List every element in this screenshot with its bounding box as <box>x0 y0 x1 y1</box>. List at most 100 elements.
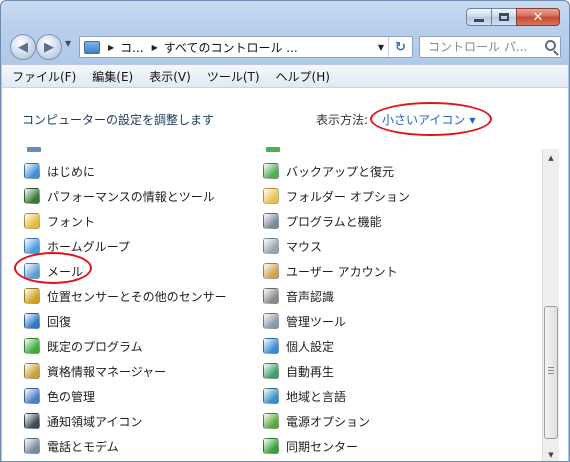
partial-item-icon <box>27 147 41 152</box>
control-panel-item[interactable]: 同期センター <box>263 436 358 456</box>
control-panel-item[interactable]: はじめに <box>24 161 95 181</box>
control-panel-item-label: 同期センター <box>286 439 359 454</box>
control-panel-item[interactable]: 地域と言語 <box>263 386 346 406</box>
control-panel-item[interactable]: 電源オプション <box>263 411 370 431</box>
control-panel-item-label: 電話とモデム <box>47 439 119 454</box>
back-arrow-icon: ◀ <box>18 39 28 55</box>
control-panel-item[interactable]: 管理ツール <box>263 311 346 331</box>
control-panel-item-label: 色の管理 <box>47 389 96 404</box>
control-panel-item-label: バックアップと復元 <box>286 164 395 179</box>
recovery-icon <box>24 313 40 329</box>
partial-item-icon <box>266 147 280 152</box>
homegroup-icon <box>24 238 40 254</box>
address-bar[interactable]: ▶ コ... ▶ すべてのコントロール ... ▼ ↻ <box>79 36 413 58</box>
highlight-circle <box>370 102 492 136</box>
control-panel-item[interactable]: フォルダー オプション <box>263 186 410 206</box>
control-panel-item-label: 回復 <box>47 314 72 329</box>
control-panel-item[interactable]: 位置センサーとその他のセンサー <box>24 286 227 306</box>
menu-tools[interactable]: ツール(T) <box>207 68 260 85</box>
control-panel-item-label: 個人設定 <box>286 339 335 354</box>
programs-features-icon <box>263 213 279 229</box>
control-panel-item[interactable]: 自動再生 <box>263 361 334 381</box>
control-panel-item-label: 管理ツール <box>286 314 347 329</box>
control-panel-item-label: ユーザー アカウント <box>286 264 398 279</box>
control-panel-item-label: 音声認識 <box>286 289 335 304</box>
refresh-button[interactable]: ↻ <box>388 37 412 57</box>
control-panel-item[interactable]: 通知領域アイコン <box>24 411 142 431</box>
power-options-icon <box>263 413 279 429</box>
search-icon[interactable] <box>545 40 556 51</box>
control-panel-item[interactable]: 電話とモデム <box>24 436 119 456</box>
control-panel-item[interactable]: マウス <box>263 236 322 256</box>
control-panel-item[interactable]: プログラムと機能 <box>263 211 382 231</box>
mouse-icon <box>263 238 279 254</box>
minimize-icon <box>474 18 484 22</box>
breadcrumb-item[interactable]: コ... <box>120 39 143 56</box>
sensor-icon <box>24 288 40 304</box>
autoplay-icon <box>263 363 279 379</box>
scroll-up-icon[interactable]: ▲ <box>543 150 559 166</box>
page-title: コンピューターの設定を調整します <box>22 113 215 127</box>
credential-manager-icon <box>24 363 40 379</box>
control-panel-window: ✕ ◀ ▶ ▼ ▶ コ... ▶ すべてのコントロール ... ▼ ↻ コントロ… <box>0 0 570 462</box>
forward-button[interactable]: ▶ <box>36 34 62 60</box>
control-panel-item[interactable]: 色の管理 <box>24 386 95 406</box>
caption-buttons: ✕ <box>466 8 560 26</box>
search-input[interactable]: コントロール パ... <box>419 36 561 58</box>
control-panel-item-label: 電源オプション <box>286 414 371 429</box>
menu-help[interactable]: ヘルプ(H) <box>276 68 330 85</box>
folder-options-icon <box>263 188 279 204</box>
close-button[interactable]: ✕ <box>516 8 560 26</box>
menu-file[interactable]: ファイル(F) <box>12 68 76 85</box>
control-panel-item[interactable]: 既定のプログラム <box>24 336 143 356</box>
control-panel-item-label: 通知領域アイコン <box>47 414 143 429</box>
region-language-icon <box>263 388 279 404</box>
control-panel-item-label: パフォーマンスの情報とツール <box>47 189 215 204</box>
vertical-scrollbar[interactable]: ▲ ▼ <box>542 149 559 461</box>
scrollbar-thumb[interactable] <box>544 306 558 439</box>
admin-tools-icon <box>263 313 279 329</box>
scroll-down-icon[interactable]: ▼ <box>543 447 559 461</box>
close-icon: ✕ <box>532 9 544 25</box>
minimize-button[interactable] <box>466 8 492 26</box>
personalization-icon <box>263 338 279 354</box>
menu-bar: ファイル(F) 編集(E) 表示(V) ツール(T) ヘルプ(H) <box>2 64 568 88</box>
control-panel-item-label: 既定のプログラム <box>47 339 143 354</box>
control-panel-item[interactable]: 音声認識 <box>263 286 334 306</box>
back-button[interactable]: ◀ <box>10 34 36 60</box>
maximize-button[interactable] <box>491 8 517 26</box>
control-panel-item-label: 地域と言語 <box>286 389 347 404</box>
control-panel-item[interactable]: 個人設定 <box>263 336 334 356</box>
breadcrumb-separator-icon[interactable]: ▶ <box>108 43 114 52</box>
breadcrumb-item[interactable]: すべてのコントロール ... <box>164 39 298 56</box>
menu-edit[interactable]: 編集(E) <box>92 68 133 85</box>
color-management-icon <box>24 388 40 404</box>
forward-arrow-icon: ▶ <box>44 39 54 55</box>
control-panel-item-label: 資格情報マネージャー <box>47 364 167 379</box>
control-panel-item-label: 位置センサーとその他のセンサー <box>47 289 227 304</box>
backup-icon <box>263 163 279 179</box>
default-programs-icon <box>24 338 40 354</box>
user-accounts-icon <box>263 263 279 279</box>
breadcrumb-separator-icon[interactable]: ▶ <box>152 43 158 52</box>
search-placeholder: コントロール パ... <box>428 40 528 54</box>
control-panel-item[interactable]: 資格情報マネージャー <box>24 361 166 381</box>
content-pane: コンピューターの設定を調整します 表示方法: 小さいアイコン ▼ はじめに パフォー… <box>2 88 568 461</box>
control-panel-item-label: フォルダー オプション <box>286 189 410 204</box>
address-dropdown-icon[interactable]: ▼ <box>378 43 384 52</box>
control-panel-item-label: マウス <box>286 239 323 254</box>
control-panel-item[interactable]: フォント <box>24 211 95 231</box>
phone-modem-icon <box>24 438 40 454</box>
recent-pages-dropdown[interactable]: ▼ <box>65 39 71 48</box>
view-by-label: 表示方法: <box>316 113 369 127</box>
notification-icons-icon <box>24 413 40 429</box>
control-panel-item-label: プログラムと機能 <box>286 214 382 229</box>
control-panel-item[interactable]: パフォーマンスの情報とツール <box>24 186 215 206</box>
speech-recognition-icon <box>263 288 279 304</box>
control-panel-item[interactable]: ユーザー アカウント <box>263 261 398 281</box>
control-panel-item[interactable]: 回復 <box>24 311 71 331</box>
menu-view[interactable]: 表示(V) <box>149 68 191 85</box>
maximize-icon <box>499 13 509 21</box>
control-panel-item-label: 自動再生 <box>286 364 335 379</box>
control-panel-item[interactable]: バックアップと復元 <box>263 161 394 181</box>
